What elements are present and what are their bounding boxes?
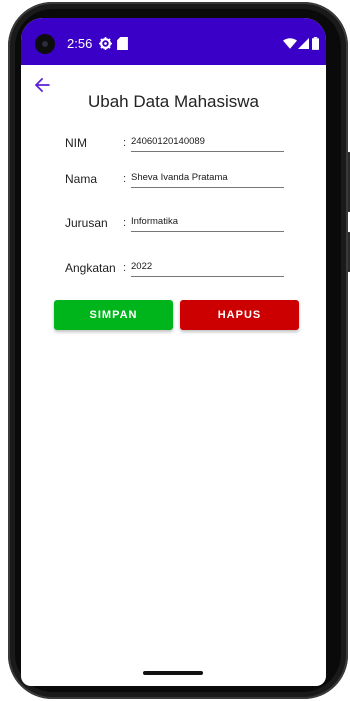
jurusan-colon: : [123, 217, 127, 229]
nim-colon: : [123, 137, 127, 149]
nim-label: NIM [65, 136, 87, 150]
save-button[interactable]: SIMPAN [54, 300, 173, 330]
delete-button[interactable]: HAPUS [180, 300, 299, 330]
front-camera [35, 34, 55, 54]
nim-input[interactable] [131, 132, 284, 152]
angkatan-input[interactable] [131, 257, 284, 277]
jurusan-label: Jurusan [65, 216, 108, 230]
app-screen: 2:56 Ubah Data Mahasiswa NIM : Nama : [21, 18, 326, 686]
wifi-icon [283, 38, 297, 49]
sd-card-icon [117, 37, 128, 50]
nama-input[interactable] [131, 168, 284, 188]
angkatan-label: Angkatan [65, 261, 116, 275]
jurusan-input[interactable] [131, 212, 284, 232]
home-indicator[interactable] [143, 671, 203, 675]
nama-label: Nama [65, 172, 98, 186]
settings-icon [99, 37, 112, 50]
status-bar: 2:56 [21, 18, 326, 65]
signal-icon [298, 38, 309, 49]
status-time: 2:56 [67, 36, 93, 51]
battery-icon [312, 37, 319, 50]
angkatan-colon: : [123, 262, 127, 274]
nama-colon: : [123, 173, 127, 185]
back-arrow-icon [34, 77, 50, 93]
page-title: Ubah Data Mahasiswa [87, 92, 260, 111]
